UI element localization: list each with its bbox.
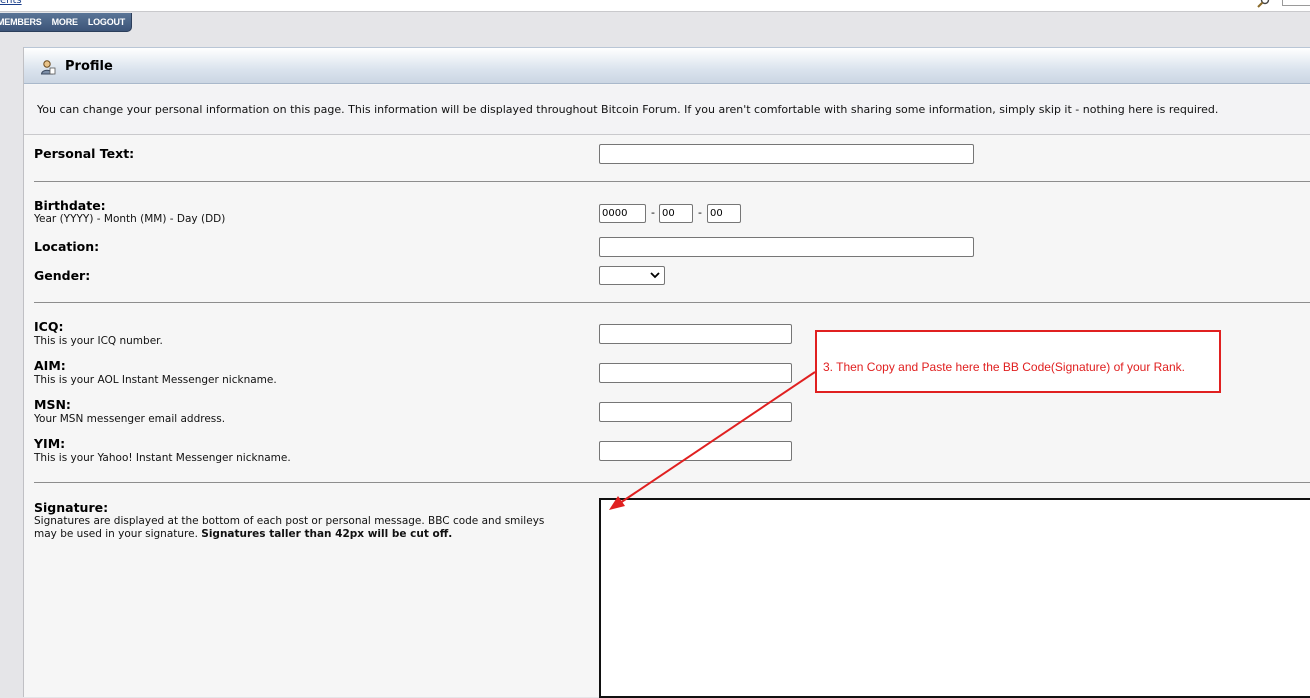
yim-label: YIM:: [34, 436, 66, 451]
yim-desc: This is your Yahoo! Instant Messenger ni…: [34, 452, 291, 464]
menu-item-logout[interactable]: LOGOUT: [88, 17, 125, 27]
intro-text: You can change your personal information…: [37, 103, 1219, 116]
signature-desc: Signatures are displayed at the bottom o…: [34, 515, 589, 541]
date-separator: -: [651, 206, 655, 219]
page-title: Profile: [65, 59, 113, 74]
msn-label: MSN:: [34, 397, 71, 412]
menu-item-members[interactable]: MEMBERS: [0, 17, 42, 27]
main-menu: MEMBERS MORE LOGOUT: [0, 13, 132, 32]
top-link[interactable]: ents: [0, 0, 22, 6]
gender-label: Gender:: [34, 268, 91, 283]
menu-item-more[interactable]: MORE: [52, 17, 78, 27]
gender-select[interactable]: [599, 266, 665, 285]
signature-desc-line2: may be used in your signature.: [34, 528, 198, 540]
signature-textarea[interactable]: [599, 498, 1310, 698]
birthdate-desc: Year (YYYY) - Month (MM) - Day (DD): [34, 213, 226, 225]
location-label: Location:: [34, 239, 100, 254]
annotation-text: 3. Then Copy and Paste here the BB Code(…: [823, 360, 1185, 374]
aim-input[interactable]: [599, 363, 792, 383]
annotation-box: 3. Then Copy and Paste here the BB Code(…: [815, 330, 1221, 393]
aim-desc: This is your AOL Instant Messenger nickn…: [34, 374, 277, 386]
icq-label: ICQ:: [34, 319, 64, 334]
icq-input[interactable]: [599, 324, 792, 344]
divider: [34, 482, 1310, 483]
divider: [34, 181, 1310, 182]
birthdate-label: Birthdate:: [34, 198, 106, 213]
panel-header: Profile: [24, 47, 1310, 84]
birth-month-input[interactable]: [659, 204, 693, 223]
profile-icon: [40, 60, 56, 75]
search-icon[interactable]: [1256, 0, 1270, 8]
chevron-down-icon: [650, 272, 660, 279]
msn-desc: Your MSN messenger email address.: [34, 413, 226, 425]
signature-label: Signature:: [34, 500, 109, 515]
personal-text-label: Personal Text:: [34, 146, 135, 161]
date-separator: -: [698, 206, 702, 219]
search-input[interactable]: [1282, 0, 1310, 6]
signature-desc-bold: Signatures taller than 42px will be cut …: [201, 528, 453, 540]
top-strip: ents: [0, 0, 1310, 12]
signature-desc-line1: Signatures are displayed at the bottom o…: [34, 515, 545, 527]
intro-box: You can change your personal information…: [24, 85, 1310, 135]
location-input[interactable]: [599, 237, 974, 257]
msn-input[interactable]: [599, 402, 792, 422]
birth-year-input[interactable]: [599, 204, 646, 223]
personal-text-input[interactable]: [599, 144, 974, 164]
icq-desc: This is your ICQ number.: [34, 335, 163, 347]
divider: [34, 302, 1310, 303]
yim-input[interactable]: [599, 441, 792, 461]
aim-label: AIM:: [34, 358, 66, 373]
birth-day-input[interactable]: [707, 204, 741, 223]
